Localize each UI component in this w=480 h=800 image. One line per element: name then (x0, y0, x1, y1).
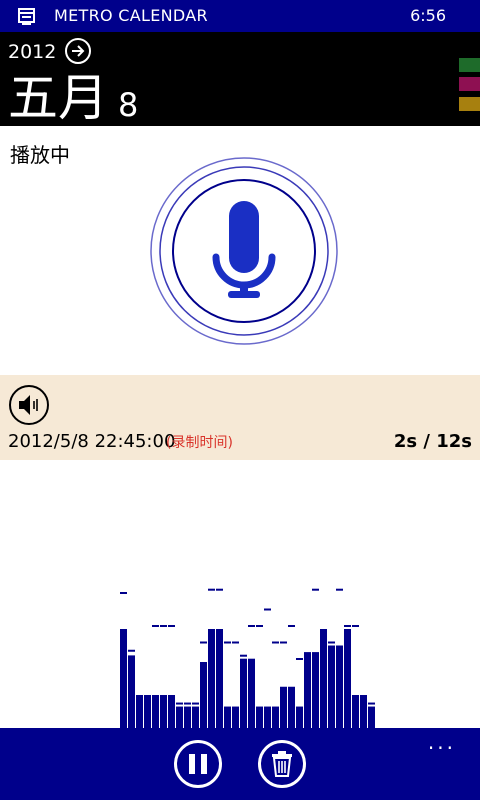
year-label: 2012 (8, 41, 57, 63)
visualizer-peak (216, 588, 223, 591)
visualizer-bar (232, 706, 239, 728)
playback-state-label: 播放中 (10, 143, 70, 167)
visualizer-peak (296, 658, 303, 660)
month-label: 五月 (8, 69, 108, 127)
visualizer-bar (120, 629, 127, 728)
visualizer-bar (336, 645, 343, 728)
visualizer-peak (256, 625, 263, 627)
visualizer-peak (232, 641, 239, 644)
visualizer-peak (360, 702, 367, 705)
visualizer-peak (184, 702, 191, 705)
recording-datetime: 2012/5/8 22:45:00 (8, 431, 176, 452)
visualizer-peak (136, 702, 143, 705)
visualizer-bar (288, 686, 295, 728)
visualizer-bar (176, 706, 183, 728)
visualizer-peak (120, 592, 127, 594)
visualizer-peak (264, 608, 271, 611)
visualizer-peak (248, 625, 255, 627)
visualizer-bar (136, 695, 143, 728)
more-options-button[interactable]: ... (428, 730, 456, 754)
recording-info-panel: 2012/5/8 22:45:00 (录制时间) 2s / 12s (0, 375, 480, 460)
day-label: 8 (118, 86, 139, 124)
microphone-icon (150, 157, 338, 345)
visualizer-peak (328, 641, 335, 644)
visualizer-bar (248, 658, 255, 728)
visualizer-peak (200, 641, 207, 644)
visualizer-peak (288, 625, 295, 627)
visualizer-peak (240, 654, 247, 657)
category-swatch-green (459, 58, 480, 72)
visualizer-peak (176, 702, 183, 705)
microphone-button[interactable] (150, 157, 338, 345)
visualizer-peak (128, 649, 135, 652)
visualizer-peak (192, 702, 199, 705)
visualizer-bar (328, 645, 335, 728)
app-bar: ... (0, 728, 480, 800)
speaker-button[interactable] (9, 385, 49, 425)
visualizer-bar (264, 706, 271, 728)
visualizer-peak (320, 641, 327, 644)
status-bar: METRO CALENDAR 6:56 (0, 0, 480, 32)
visualizer-peak (312, 588, 319, 591)
app-title: METRO CALENDAR (54, 6, 208, 25)
visualizer-bar (192, 706, 199, 728)
visualizer-bar (352, 695, 359, 728)
visualizer-bar (320, 629, 327, 728)
playback-progress: 2s / 12s (393, 431, 472, 452)
category-swatch-gold (459, 97, 480, 111)
visualizer-bar (280, 686, 287, 728)
visualizer-peak (152, 625, 159, 627)
visualizer-bar (184, 706, 191, 728)
delete-button[interactable] (258, 740, 306, 788)
visualizer-peak (224, 641, 231, 644)
visualizer-peak (144, 702, 151, 705)
status-clock: 6:56 (410, 6, 446, 25)
visualizer-peak (168, 625, 175, 627)
visualizer-bar (200, 662, 207, 728)
visualizer-peak (280, 641, 287, 644)
next-year-button[interactable] (65, 38, 91, 64)
visualizer-bar (272, 706, 279, 728)
visualizer-peak (208, 588, 215, 591)
visualizer-peak (160, 625, 167, 627)
visualizer-bar (208, 629, 215, 728)
arrow-right-icon (72, 45, 85, 57)
trash-icon (272, 751, 292, 777)
visualizer-bar (312, 652, 319, 728)
visualizer-bar (168, 695, 175, 728)
audio-visualizer (120, 588, 375, 728)
visualizer-bar (144, 695, 151, 728)
visualizer-bar (368, 706, 375, 728)
visualizer-peak (272, 641, 279, 644)
visualizer-bar (240, 658, 247, 728)
visualizer-bar (304, 652, 311, 728)
visualizer-peak (368, 702, 375, 705)
pause-icon (189, 754, 207, 774)
visualizer-bar (128, 655, 135, 728)
visualizer-bar (152, 695, 159, 728)
visualizer-bar (160, 695, 167, 728)
calendar-app-icon (18, 8, 35, 25)
recording-time-note: (录制时间) (166, 435, 233, 451)
visualizer-bar (224, 706, 231, 728)
visualizer-peak (344, 625, 351, 627)
visualizer-bar (216, 629, 223, 728)
visualizer-peak (352, 625, 359, 627)
visualizer-bar (360, 695, 367, 728)
visualizer-bar (296, 706, 303, 728)
visualizer-bar (344, 629, 351, 728)
date-header: 2012 五月 8 (0, 32, 480, 126)
category-swatch-magenta (459, 77, 480, 91)
visualizer-peak (336, 588, 343, 591)
speaker-icon (19, 395, 38, 415)
visualizer-bar (256, 706, 263, 728)
pause-button[interactable] (174, 740, 222, 788)
visualizer-peak (304, 658, 311, 660)
